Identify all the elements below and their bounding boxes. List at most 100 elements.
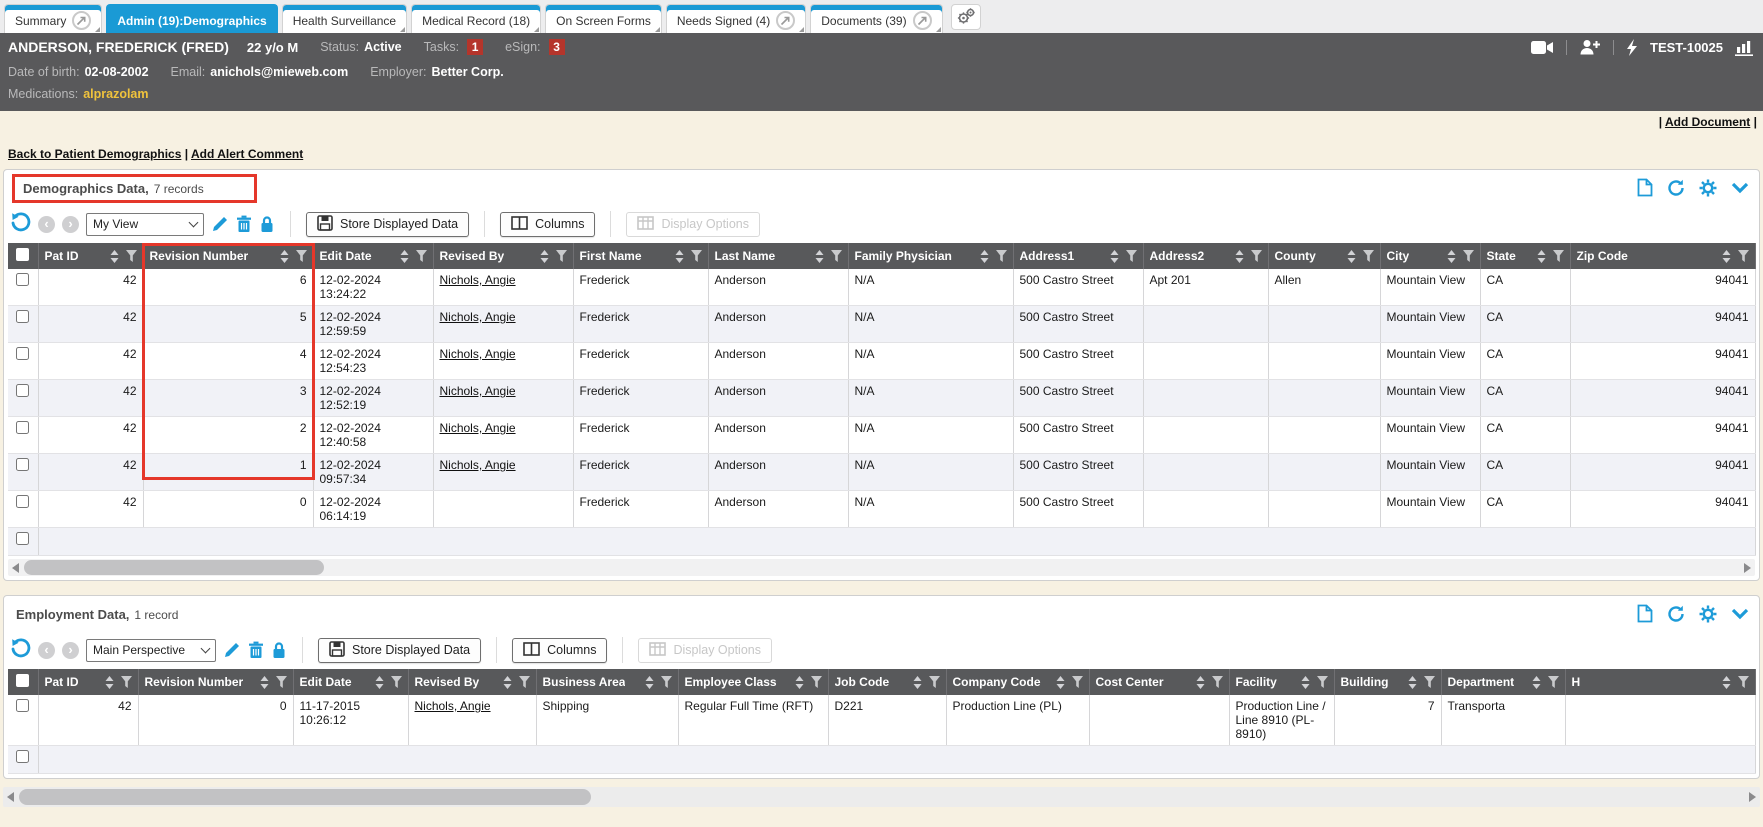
sort-icon[interactable] [913,676,922,689]
refresh-icon[interactable] [1667,179,1685,197]
scroll-left-arrow[interactable] [7,792,14,802]
undo-icon[interactable] [10,638,31,662]
video-camera-icon[interactable] [1531,40,1554,55]
sort-icon[interactable] [1532,676,1541,689]
row-checkbox[interactable] [16,384,29,397]
filter-icon[interactable] [996,250,1007,262]
collapse-chevron-icon[interactable] [1731,608,1749,620]
filter-icon[interactable] [1212,676,1223,688]
filter-icon[interactable] [1548,676,1559,688]
gear-icon[interactable] [1699,179,1717,197]
column-header-revision-number[interactable]: Revision Number [143,243,313,269]
filter-icon[interactable] [296,250,307,262]
sort-icon[interactable] [503,676,512,689]
lightning-icon[interactable] [1626,39,1638,56]
sort-icon[interactable] [1537,250,1546,263]
revised-by-link[interactable]: Nichols, Angie [415,699,491,713]
sort-icon[interactable] [375,676,384,689]
sort-icon[interactable] [540,250,549,263]
filter-icon[interactable] [519,676,530,688]
store-displayed-data-button[interactable]: Store Displayed Data [318,638,481,663]
column-header-employee-class[interactable]: Employee Class [678,669,828,695]
column-header-building[interactable]: Building [1334,669,1441,695]
sort-icon[interactable] [980,250,989,263]
column-header-city[interactable]: City [1380,243,1480,269]
column-header-pat-id[interactable]: Pat ID [38,669,138,695]
revised-by-link[interactable]: Nichols, Angie [440,384,516,398]
column-header-edit-date[interactable]: Edit Date [293,669,408,695]
filter-icon[interactable] [1251,250,1262,262]
column-header-county[interactable]: County [1268,243,1380,269]
prev-view-button[interactable]: ‹ [38,642,55,659]
sort-icon[interactable] [280,250,289,263]
gear-icon[interactable] [1699,605,1717,623]
delete-view-icon[interactable] [248,641,264,659]
columns-button[interactable]: Columns [512,638,607,663]
select-all-checkbox[interactable] [8,669,38,695]
column-header-facility[interactable]: Facility [1229,669,1334,695]
column-header-company-code[interactable]: Company Code [946,669,1089,695]
sort-icon[interactable] [795,676,804,689]
column-header-zip-code[interactable]: Zip Code [1570,243,1755,269]
sort-icon[interactable] [1235,250,1244,263]
row-checkbox[interactable] [16,458,29,471]
filter-icon[interactable] [1424,676,1435,688]
sort-icon[interactable] [1301,676,1310,689]
filter-icon[interactable] [1738,676,1749,688]
column-header-state[interactable]: State [1480,243,1570,269]
filter-icon[interactable] [126,250,137,262]
tasks-badge[interactable]: 1 [467,39,483,55]
row-checkbox[interactable] [16,347,29,360]
chart-icon[interactable] [1735,39,1755,56]
revised-by-link[interactable]: Nichols, Angie [440,347,516,361]
sort-icon[interactable] [260,676,269,689]
next-view-button[interactable]: › [62,216,79,233]
tab-settings-button[interactable] [951,4,981,30]
tab-admin-19-demographics[interactable]: Admin (19):Demographics [106,4,277,33]
new-document-icon[interactable] [1637,604,1653,623]
filter-icon[interactable] [556,250,567,262]
demographics-hscrollbar[interactable] [8,559,1755,576]
back-to-demographics-link[interactable]: Back to Patient Demographics [8,147,181,161]
prev-view-button[interactable]: ‹ [38,216,55,233]
filter-icon[interactable] [121,676,132,688]
revised-by-link[interactable]: Nichols, Angie [440,458,516,472]
add-user-icon[interactable] [1579,39,1601,55]
filter-icon[interactable] [929,676,940,688]
view-select[interactable]: My View [86,213,204,236]
sort-icon[interactable] [1110,250,1119,263]
revised-by-link[interactable]: Nichols, Angie [440,421,516,435]
column-header-last-name[interactable]: Last Name [708,243,848,269]
filter-icon[interactable] [691,250,702,262]
row-checkbox[interactable] [16,699,29,712]
tab-health-surveillance[interactable]: Health Surveillance [282,4,407,33]
delete-view-icon[interactable] [236,215,252,233]
filter-icon[interactable] [1363,250,1374,262]
column-header-h[interactable]: H [1565,669,1755,695]
sort-icon[interactable] [400,250,409,263]
page-hscrollbar[interactable] [3,787,1760,807]
medications-value[interactable]: alprazolam [83,87,148,101]
scroll-left-arrow[interactable] [12,563,19,573]
sort-icon[interactable] [675,250,684,263]
add-alert-comment-link[interactable]: Add Alert Comment [191,147,303,161]
open-external-icon[interactable] [72,11,91,30]
filter-icon[interactable] [661,676,672,688]
sort-icon[interactable] [1722,250,1731,263]
row-checkbox[interactable] [16,310,29,323]
undo-icon[interactable] [10,212,31,236]
column-header-revised-by[interactable]: Revised By [433,243,573,269]
sort-icon[interactable] [1408,676,1417,689]
new-document-icon[interactable] [1637,178,1653,197]
sort-icon[interactable] [1056,676,1065,689]
tab-on-screen-forms[interactable]: On Screen Forms [545,4,662,33]
filter-icon[interactable] [831,250,842,262]
scrollbar-thumb[interactable] [19,789,591,805]
next-view-button[interactable]: › [62,642,79,659]
tab-documents-39[interactable]: Documents (39) [810,4,942,33]
filter-icon[interactable] [391,676,402,688]
refresh-icon[interactable] [1667,605,1685,623]
sort-icon[interactable] [645,676,654,689]
filter-icon[interactable] [1463,250,1474,262]
filter-icon[interactable] [276,676,287,688]
